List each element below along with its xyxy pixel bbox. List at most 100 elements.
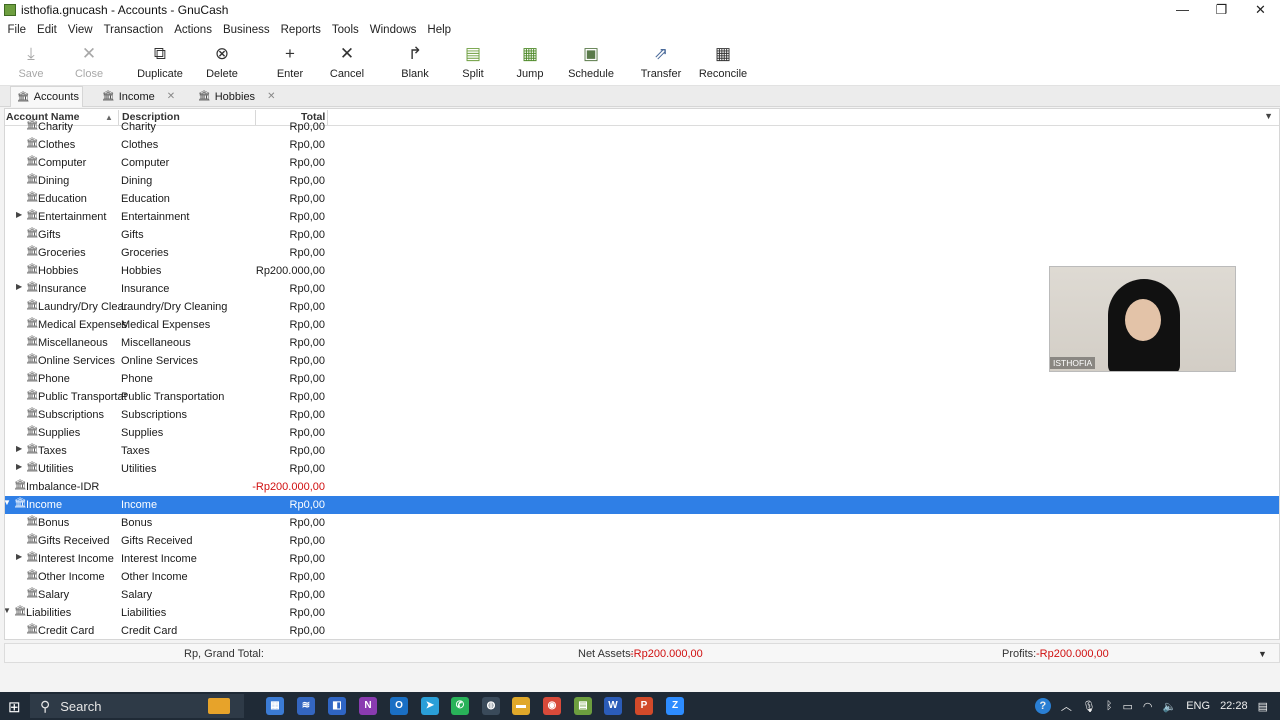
close-window-button[interactable]: ✕: [1241, 0, 1280, 20]
save-button[interactable]: ⤓ Save: [1, 43, 61, 80]
account-row[interactable]: ▼🏛LiabilitiesLiabilitiesRp0,00: [5, 604, 1279, 622]
menu-windows[interactable]: Windows: [364, 24, 422, 36]
collapsed-triangle-icon[interactable]: ▶: [16, 210, 22, 219]
menu-file[interactable]: File: [2, 24, 32, 36]
account-total: Rp0,00: [289, 283, 325, 295]
outlook-icon[interactable]: O: [390, 697, 408, 715]
explorer-icon[interactable]: ▬: [512, 697, 530, 715]
split-button[interactable]: ▤ Split: [443, 43, 503, 80]
code-icon[interactable]: ≋: [297, 697, 315, 715]
account-row[interactable]: 🏛 Clothes Clothes Rp0,00: [5, 136, 1279, 154]
zoom-icon[interactable]: Z: [666, 697, 684, 715]
account-row[interactable]: ▼🏛IncomeIncomeRp0,00: [5, 496, 1279, 514]
menu-reports[interactable]: Reports: [275, 24, 326, 36]
schedule-button[interactable]: ▣ Schedule: [561, 43, 621, 80]
menu-actions[interactable]: Actions: [169, 24, 218, 36]
account-row[interactable]: 🏛 Education Education Rp0,00: [5, 190, 1279, 208]
account-row[interactable]: 🏛 Phone Phone Rp0,00: [5, 370, 1279, 388]
account-row[interactable]: 🏛 Subscriptions Subscriptions Rp0,00: [5, 406, 1279, 424]
reconcile-button[interactable]: ▦ Reconcile: [693, 43, 753, 80]
net-assets-label: Net Assets:: [578, 648, 634, 660]
account-row[interactable]: 🏛 Public Transportat Public Transportation…: [5, 388, 1279, 406]
collapsed-triangle-icon[interactable]: ▶: [16, 282, 22, 291]
account-bank-icon: 🏛: [26, 228, 39, 239]
account-row[interactable]: ▶ 🏛 Utilities Utilities Rp0,00: [5, 460, 1279, 478]
account-row[interactable]: ▶ 🏛 Entertainment Entertainment Rp0,00: [5, 208, 1279, 226]
language-indicator[interactable]: ENG: [1186, 700, 1210, 712]
app-dark-icon[interactable]: ◍: [482, 697, 500, 715]
tab-accounts[interactable]: 🏛 Accounts: [10, 86, 83, 107]
cancel-button[interactable]: ✕ Cancel: [317, 43, 377, 80]
account-row[interactable]: ▶ 🏛 Interest Income Interest Income Rp0,00: [5, 550, 1279, 568]
word-icon[interactable]: W: [604, 697, 622, 715]
transfer-button[interactable]: ⇗ Transfer: [631, 43, 691, 80]
account-row[interactable]: 🏛 Gifts Received Gifts Received Rp0,00: [5, 532, 1279, 550]
microphone-icon[interactable]: 🎙: [1082, 700, 1096, 713]
account-row[interactable]: 🏛 Groceries Groceries Rp0,00: [5, 244, 1279, 262]
account-row[interactable]: ▶ 🏛 Taxes Taxes Rp0,00: [5, 442, 1279, 460]
account-row[interactable]: 🏛 Charity Charity Rp0,00: [5, 118, 1279, 136]
onenote-icon[interactable]: N: [359, 697, 377, 715]
account-total: Rp0,00: [289, 463, 325, 475]
tab-income[interactable]: 🏛 Income ✕: [96, 86, 181, 107]
bank-icon: 🏛: [102, 91, 115, 102]
menu-tools[interactable]: Tools: [326, 24, 364, 36]
whatsapp-icon[interactable]: ✆: [451, 697, 469, 715]
collapsed-triangle-icon[interactable]: ▶: [16, 552, 22, 561]
account-total: Rp0,00: [289, 607, 325, 619]
grand-total-label: Rp, Grand Total:: [184, 648, 264, 660]
close-tab-icon[interactable]: ✕: [167, 91, 175, 102]
chrome-icon[interactable]: ◉: [543, 697, 561, 715]
account-row[interactable]: 🏛 Bonus Bonus Rp0,00: [5, 514, 1279, 532]
collapsed-triangle-icon[interactable]: ▶: [16, 444, 22, 453]
windows-start-icon[interactable]: ⊞: [8, 698, 21, 716]
account-row[interactable]: 🏛 Dining Dining Rp0,00: [5, 172, 1279, 190]
menu-view[interactable]: View: [62, 24, 98, 36]
close-tab-icon[interactable]: ✕: [267, 91, 275, 102]
account-total: Rp0,00: [289, 517, 325, 529]
maximize-button[interactable]: ❐: [1202, 0, 1241, 20]
menu-business[interactable]: Business: [217, 24, 275, 36]
account-total: Rp0,00: [289, 319, 325, 331]
wifi-icon[interactable]: ◠: [1143, 700, 1153, 713]
battery-icon[interactable]: ▭: [1123, 700, 1133, 713]
menu-help[interactable]: Help: [422, 24, 457, 36]
account-total: Rp0,00: [289, 409, 325, 421]
app-blue-icon[interactable]: ◧: [328, 697, 346, 715]
volume-icon[interactable]: 🔈: [1163, 700, 1177, 713]
account-description: Groceries: [121, 247, 169, 259]
account-row[interactable]: 🏛 Imbalance-IDR -Rp200.000,00: [5, 478, 1279, 496]
collapsed-triangle-icon[interactable]: ▶: [16, 462, 22, 471]
jump-button[interactable]: ▦ Jump: [500, 43, 560, 80]
clock[interactable]: 22:28: [1220, 700, 1248, 712]
expanded-triangle-icon[interactable]: ▼: [5, 606, 11, 615]
file-manager-icon[interactable]: ▦: [266, 697, 284, 715]
account-name: Credit Card: [38, 625, 95, 637]
close-button[interactable]: ✕ Close: [59, 43, 119, 80]
account-row[interactable]: 🏛 Other Income Other Income Rp0,00: [5, 568, 1279, 586]
enter-button[interactable]: + Enter: [260, 43, 320, 80]
delete-button[interactable]: ⊗ Delete: [192, 43, 252, 80]
account-row[interactable]: 🏛 Computer Computer Rp0,00: [5, 154, 1279, 172]
expanded-triangle-icon[interactable]: ▼: [5, 498, 11, 507]
tab-hobbies[interactable]: 🏛 Hobbies ✕: [192, 86, 281, 107]
blank-button[interactable]: ↱ Blank: [385, 43, 445, 80]
minimize-button[interactable]: —: [1163, 0, 1202, 20]
summary-dropdown-icon[interactable]: ▼: [1258, 649, 1267, 659]
telegram-icon[interactable]: ➤: [421, 697, 439, 715]
menu-edit[interactable]: Edit: [32, 24, 63, 36]
notifications-icon[interactable]: ▤: [1258, 700, 1268, 713]
account-row[interactable]: 🏛 Gifts Gifts Rp0,00: [5, 226, 1279, 244]
chevron-up-icon[interactable]: ︿: [1061, 698, 1072, 714]
account-row[interactable]: 🏛 Supplies Supplies Rp0,00: [5, 424, 1279, 442]
account-row[interactable]: 🏛 Credit Card Credit Card Rp0,00: [5, 622, 1279, 639]
duplicate-button[interactable]: ⧉ Duplicate: [130, 43, 190, 80]
bluetooth-icon[interactable]: ᛒ: [1106, 700, 1113, 712]
account-total: Rp0,00: [289, 445, 325, 457]
help-icon[interactable]: ?: [1034, 698, 1051, 714]
gnucash-icon[interactable]: ▤: [574, 697, 592, 715]
menu-transaction[interactable]: Transaction: [98, 24, 169, 36]
account-name: Income: [26, 499, 63, 511]
account-row[interactable]: 🏛 Salary Salary Rp0,00: [5, 586, 1279, 604]
powerpoint-icon[interactable]: P: [635, 697, 653, 715]
